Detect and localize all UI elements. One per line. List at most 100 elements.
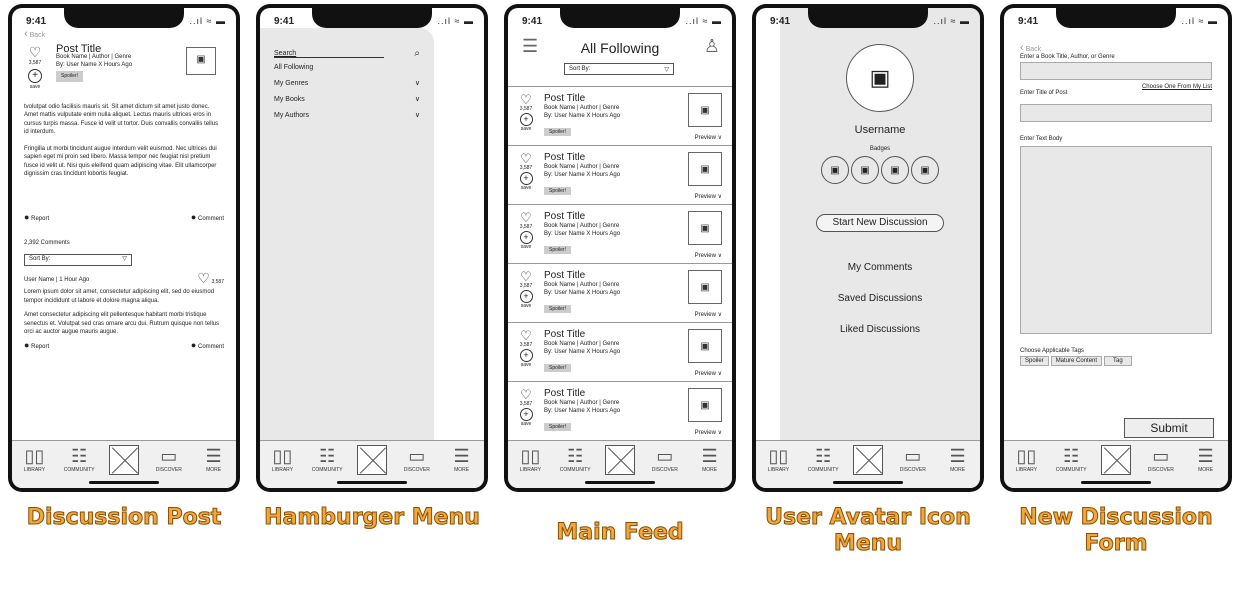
save-icon[interactable]: + xyxy=(519,113,533,126)
heart-icon[interactable]: ♡ xyxy=(516,270,536,283)
like-count: 3,587 xyxy=(519,106,533,112)
tab-more[interactable]: ☰ MORE xyxy=(940,445,976,473)
tab-community[interactable]: ☷ COMMUNITY xyxy=(309,445,345,473)
save-icon[interactable]: + xyxy=(519,290,533,303)
tab-center[interactable] xyxy=(106,445,142,475)
post-book-meta: Book Name | Author | Genre xyxy=(544,282,620,288)
save-icon[interactable]: + xyxy=(519,408,533,421)
search-input[interactable]: Search xyxy=(274,50,384,58)
status-time: 9:41 xyxy=(522,16,543,27)
chevron-down-icon: ∨ xyxy=(414,96,420,103)
heart-icon[interactable]: ♡ xyxy=(24,45,46,59)
saved-discussions-link[interactable]: Saved Discussions xyxy=(780,293,980,304)
tab-discover[interactable]: ▭ DISCOVER xyxy=(399,445,435,473)
comment-report-button[interactable]: ● Report xyxy=(24,340,49,352)
feed-post[interactable]: ♡ 3,587 + save Post Title Book Name | Au… xyxy=(508,323,732,382)
preview-toggle[interactable]: Preview ∨ xyxy=(695,252,722,259)
comment-label: Comment xyxy=(197,343,224,350)
tab-label: LIBRARY xyxy=(1015,467,1038,473)
save-icon[interactable]: + xyxy=(519,231,533,244)
tab-community[interactable]: ☷ COMMUNITY xyxy=(1053,445,1089,473)
tab-discover[interactable]: ▭ DISCOVER xyxy=(895,445,931,473)
feed-post[interactable]: ♡ 3,587 + save Post Title Book Name | Au… xyxy=(508,205,732,264)
preview-toggle[interactable]: Preview ∨ xyxy=(695,193,722,200)
back-button[interactable]: ‹ Back xyxy=(1020,42,1212,54)
heart-icon[interactable]: ♡ xyxy=(516,211,536,224)
save-label: save xyxy=(520,126,532,132)
heart-icon[interactable]: ♡ xyxy=(516,152,536,165)
body-textarea[interactable] xyxy=(1020,146,1212,334)
tab-community[interactable]: ☷ COMMUNITY xyxy=(61,445,97,473)
tab-community[interactable]: ☷ COMMUNITY xyxy=(557,445,593,473)
heart-icon[interactable]: ♡ xyxy=(516,329,536,342)
badge-row: ▣ ▣ ▣ ▣ xyxy=(780,156,980,184)
menu-item-my-authors[interactable]: My Authors ∨ xyxy=(260,107,434,123)
tab-center[interactable] xyxy=(1098,445,1134,475)
like-count: 3,587 xyxy=(519,342,533,348)
tab-library[interactable]: ▯▯ LIBRARY xyxy=(16,445,52,473)
sort-dropdown[interactable]: Sort By: ▽ xyxy=(564,63,674,75)
tag-chip[interactable]: Spoiler xyxy=(1020,356,1049,366)
feed-post[interactable]: ♡ 3,587 + save Post Title Book Name | Au… xyxy=(508,264,732,323)
book-input[interactable] xyxy=(1020,62,1212,80)
feed-post[interactable]: ♡ 3,587 + save Post Title Book Name | Au… xyxy=(508,87,732,146)
tab-more[interactable]: ☰ MORE xyxy=(692,445,728,473)
feed-screen: 9:41 ..ıl ≈ ▬ ☰ All Following ♙ Sort By:… xyxy=(508,8,732,488)
tab-library[interactable]: ▯▯ LIBRARY xyxy=(1008,445,1044,473)
search-icon[interactable]: ⌕ xyxy=(414,48,420,59)
my-comments-link[interactable]: My Comments xyxy=(780,262,980,273)
menu-icon: ☰ xyxy=(205,446,222,466)
tab-more[interactable]: ☰ MORE xyxy=(196,445,232,473)
tab-center[interactable] xyxy=(354,445,390,475)
tag-chip[interactable]: Tag xyxy=(1104,356,1132,366)
heart-icon[interactable]: ♡ xyxy=(516,93,536,106)
tab-more[interactable]: ☰ MORE xyxy=(444,445,480,473)
feed-post[interactable]: ♡ 3,587 + save Post Title Book Name | Au… xyxy=(508,146,732,205)
start-discussion-button[interactable]: Start New Discussion xyxy=(816,214,944,232)
profile-avatar[interactable]: ▣ xyxy=(846,44,914,112)
tab-discover[interactable]: ▭ DISCOVER xyxy=(1143,445,1179,473)
tab-community[interactable]: ☷ COMMUNITY xyxy=(805,445,841,473)
comment-button[interactable]: ● Comment xyxy=(191,212,224,224)
post-image: ▣ xyxy=(688,270,722,304)
menu-item-my-books[interactable]: My Books ∨ xyxy=(260,91,434,107)
badge-image-icon[interactable]: ▣ xyxy=(851,156,879,184)
badge-image-icon[interactable]: ▣ xyxy=(821,156,849,184)
tab-center[interactable] xyxy=(602,445,638,475)
tab-library[interactable]: ▯▯ LIBRARY xyxy=(760,445,796,473)
badge-image-icon[interactable]: ▣ xyxy=(911,156,939,184)
title-input[interactable] xyxy=(1020,104,1212,122)
menu-item-my-genres[interactable]: My Genres ∨ xyxy=(260,75,434,91)
report-button[interactable]: ● Report xyxy=(24,212,49,224)
comment-heart-icon[interactable]: ♡ xyxy=(197,270,210,286)
feed-post[interactable]: ♡ 3,587 + save Post Title Book Name | Au… xyxy=(508,382,732,441)
tag-chip[interactable]: Mature Content xyxy=(1050,356,1103,366)
chevron-down-icon: ▽ xyxy=(122,256,127,263)
submit-button[interactable]: Submit xyxy=(1124,418,1214,438)
avatar-icon[interactable]: ♙ xyxy=(704,36,720,57)
preview-toggle[interactable]: Preview ∨ xyxy=(695,429,722,436)
tab-library[interactable]: ▯▯ LIBRARY xyxy=(512,445,548,473)
menu-item-all-following[interactable]: All Following xyxy=(260,59,434,75)
tab-library[interactable]: ▯▯ LIBRARY xyxy=(264,445,300,473)
sort-dropdown[interactable]: Sort By: ▽ xyxy=(24,253,132,266)
tab-more[interactable]: ☰ MORE xyxy=(1188,445,1224,473)
save-icon[interactable]: + xyxy=(519,349,533,362)
people-icon: ☷ xyxy=(319,446,336,466)
heart-icon[interactable]: ♡ xyxy=(516,388,536,401)
preview-toggle[interactable]: Preview ∨ xyxy=(695,311,722,318)
liked-discussions-link[interactable]: Liked Discussions xyxy=(780,324,980,335)
save-icon[interactable]: + xyxy=(28,69,42,83)
tab-center[interactable] xyxy=(850,445,886,475)
post-author-meta: By: User Name X Hours Ago xyxy=(544,290,621,296)
back-button[interactable]: ‹ Back xyxy=(24,29,224,41)
comment-reply-button[interactable]: ● Comment xyxy=(191,340,224,352)
tab-discover[interactable]: ▭ DISCOVER xyxy=(647,445,683,473)
badge-image-icon[interactable]: ▣ xyxy=(881,156,909,184)
post-image: ▣ xyxy=(688,93,722,127)
save-icon[interactable]: + xyxy=(519,172,533,185)
post-title: Post Title xyxy=(544,329,586,340)
preview-toggle[interactable]: Preview ∨ xyxy=(695,134,722,141)
tab-discover[interactable]: ▭ DISCOVER xyxy=(151,445,187,473)
preview-toggle[interactable]: Preview ∨ xyxy=(695,370,722,377)
